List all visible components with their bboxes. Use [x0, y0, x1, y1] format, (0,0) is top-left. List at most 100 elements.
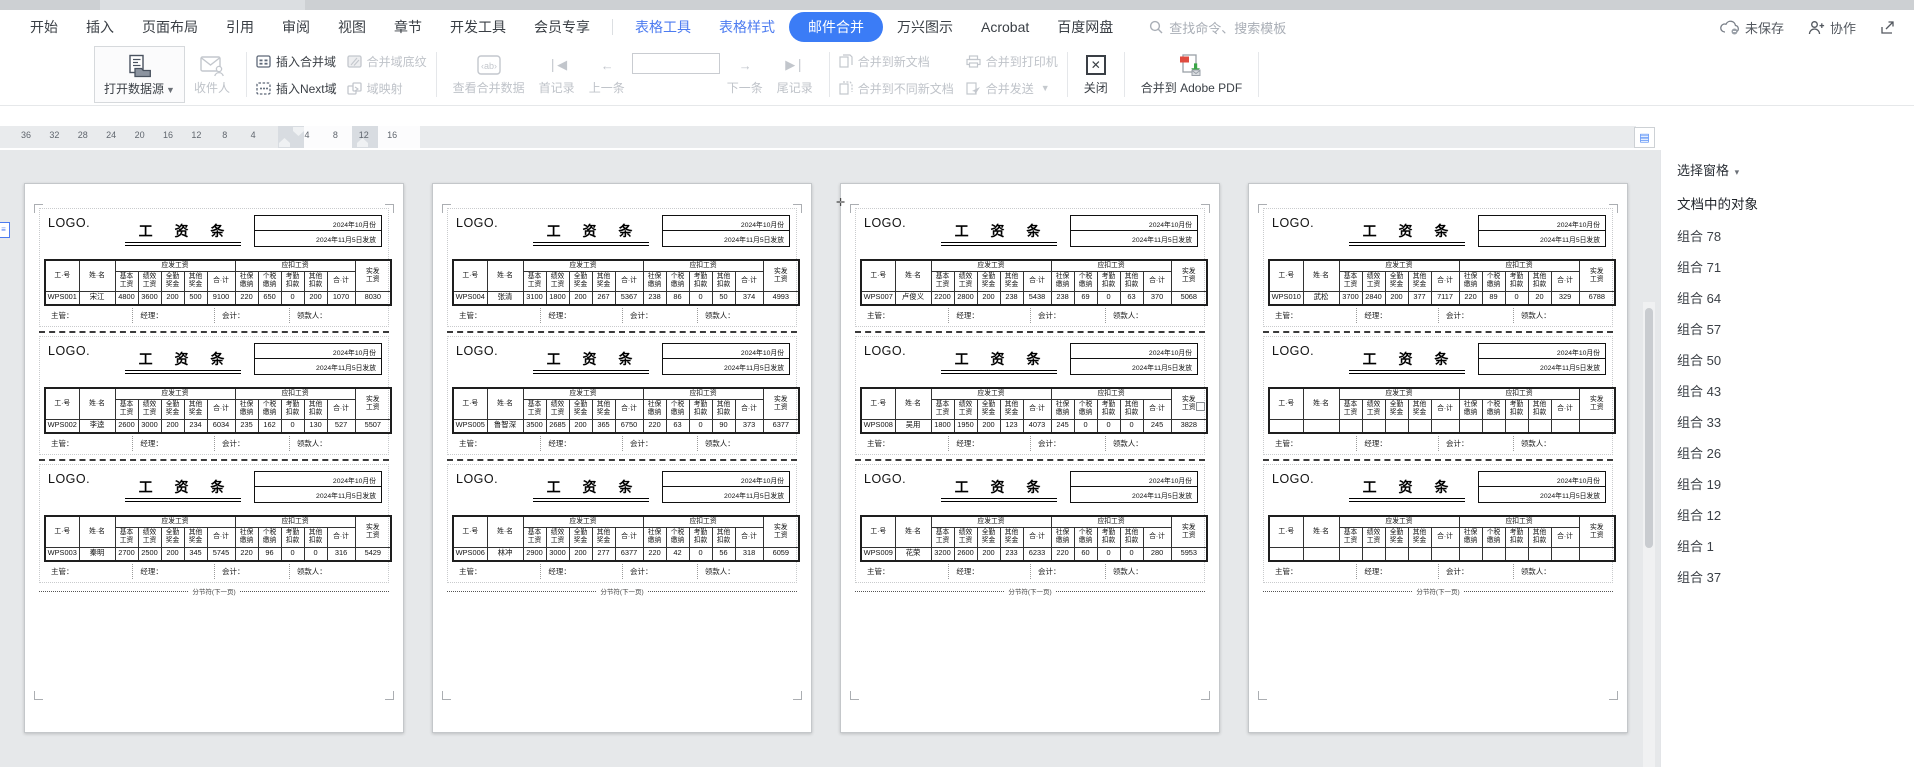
- header-cell: 合·计: [735, 399, 763, 419]
- object-item[interactable]: 组合 50: [1661, 345, 1914, 376]
- close-merge-button[interactable]: ✕ 关闭: [1077, 44, 1115, 105]
- object-item[interactable]: 组合 37: [1661, 562, 1914, 593]
- object-item[interactable]: 组合 12: [1661, 500, 1914, 531]
- emp-id-cell: WPS004: [453, 291, 487, 305]
- signature-label: 会计：: [1438, 564, 1513, 579]
- salary-cell: 50: [712, 291, 735, 305]
- salary-slip: LOGO. 工 资 条 2024年10月份 2024年11月5日发放 工·号 姓…: [855, 464, 1205, 583]
- cloud-unsaved-icon: [1720, 20, 1740, 35]
- last-record-button[interactable]: ▶❘ 尾记录: [770, 44, 820, 105]
- signature-row: 主管： 经理： 会计： 领款人：: [1268, 564, 1608, 579]
- document-page[interactable]: LOGO. 工 资 条 2024年10月份 2024年11月5日发放 工·号 姓…: [840, 183, 1220, 733]
- ruler-number: 16: [387, 130, 397, 140]
- ribbon-tab-active[interactable]: 邮件合并: [789, 12, 883, 42]
- share-icon[interactable]: [1880, 20, 1896, 35]
- table-move-handle[interactable]: ✛: [836, 196, 845, 209]
- merge-send-button[interactable]: 合并发送▼: [966, 76, 1058, 100]
- slip-period: 2024年10月份: [1071, 472, 1197, 487]
- header-cell: 应发工资: [1339, 388, 1459, 399]
- ribbon-tab[interactable]: Acrobat: [967, 14, 1043, 40]
- emp-id-cell: WPS008: [861, 419, 895, 433]
- salary-cell: 0: [689, 291, 712, 305]
- ribbon-context-tab[interactable]: 表格样式: [705, 12, 789, 42]
- salary-cell: [1482, 547, 1505, 561]
- salary-cell: 69: [1074, 291, 1097, 305]
- slip-title: 工 资 条: [1349, 349, 1466, 374]
- collaborate-button[interactable]: 协作: [1808, 18, 1856, 37]
- ribbon-tab[interactable]: 百度网盘: [1043, 12, 1127, 42]
- merge-to-new-doc-button[interactable]: 合并到新文档: [839, 49, 954, 73]
- ribbon-tab[interactable]: 开发工具: [436, 12, 520, 42]
- header-cell: 其他 扣款: [304, 527, 327, 547]
- salary-cell: 5507: [355, 419, 391, 433]
- object-item[interactable]: 组合 19: [1661, 469, 1914, 500]
- ribbon-tab[interactable]: 引用: [212, 12, 268, 42]
- header-cell: 工·号: [453, 260, 487, 291]
- document-page[interactable]: LOGO. 工 资 条 2024年10月份 2024年11月5日发放 工·号 姓…: [432, 183, 812, 733]
- left-edge-widget[interactable]: ≡: [0, 222, 10, 238]
- merge-to-adobe-pdf-button[interactable]: 合并到 Adobe PDF: [1134, 44, 1249, 105]
- header-cell: 绩效 工资: [954, 399, 977, 419]
- merge-to-diff-new-doc-button[interactable]: 合并到不同新文档: [839, 76, 954, 100]
- command-search[interactable]: 查找命令、搜索模板: [1149, 18, 1286, 37]
- object-item[interactable]: 组合 64: [1661, 283, 1914, 314]
- document-page[interactable]: LOGO. 工 资 条 2024年10月份 2024年11月5日发放 工·号 姓…: [24, 183, 404, 733]
- first-record-icon: ❘◀: [547, 51, 566, 79]
- header-cell: 个税 缴纳: [1074, 399, 1097, 419]
- first-record-button[interactable]: ❘◀ 首记录: [532, 44, 582, 105]
- next-record-button[interactable]: → 下一条: [720, 44, 770, 105]
- slip-logo: LOGO.: [456, 341, 520, 384]
- record-number-input[interactable]: [632, 53, 720, 74]
- object-item[interactable]: 组合 33: [1661, 407, 1914, 438]
- open-datasource-button[interactable]: 打开数据源▼: [94, 46, 185, 103]
- selection-pane-title[interactable]: 选择窗格 ▾: [1661, 150, 1914, 181]
- merge-field-shading-button[interactable]: 合并域底纹: [347, 49, 427, 73]
- salary-cell: 329: [1551, 291, 1579, 305]
- salary-cell: 0: [281, 291, 304, 305]
- signature-label: 经理：: [1356, 308, 1438, 323]
- object-item[interactable]: 组合 78: [1661, 221, 1914, 252]
- salary-cell: [1505, 547, 1528, 561]
- ribbon-tab[interactable]: 章节: [380, 12, 436, 42]
- salary-cell: [1551, 419, 1579, 433]
- ribbon-tab[interactable]: 开始: [16, 12, 72, 42]
- document-page[interactable]: LOGO. 工 资 条 2024年10月份 2024年11月5日发放 工·号 姓…: [1248, 183, 1628, 733]
- scrollbar-thumb[interactable]: [1645, 308, 1653, 548]
- object-item[interactable]: 组合 57: [1661, 314, 1914, 345]
- header-cell: 合·计: [1431, 271, 1459, 291]
- ruler-number: 4: [304, 130, 309, 140]
- header-cell: 其他 奖金: [184, 271, 207, 291]
- merge-to-printer-button[interactable]: 合并到打印机: [966, 49, 1058, 73]
- view-merged-data-button[interactable]: ‹ab› 查看合并数据: [446, 44, 532, 105]
- salary-cell: 4073: [1023, 419, 1051, 433]
- ribbon-tab[interactable]: 插入: [72, 12, 128, 42]
- table-resize-handle[interactable]: [1196, 402, 1205, 411]
- insert-next-field-button[interactable]: 插入Next域: [256, 76, 337, 100]
- ribbon-tab[interactable]: 视图: [324, 12, 380, 42]
- recipients-button[interactable]: 收件人: [187, 44, 237, 105]
- salary-cell: 63: [666, 419, 689, 433]
- object-item[interactable]: 组合 1: [1661, 531, 1914, 562]
- ribbon-tab[interactable]: 页面布局: [128, 12, 212, 42]
- section-break-label: 分节符(下一页): [596, 586, 647, 596]
- document-tab[interactable]: [100, 0, 305, 10]
- insert-merge-field-button[interactable]: 插入合并域: [256, 49, 337, 73]
- field-mapping-button[interactable]: 域映射: [347, 76, 427, 100]
- vertical-scrollbar[interactable]: [1643, 302, 1655, 767]
- header-cell: 实发 工资: [1579, 516, 1615, 547]
- prev-record-button[interactable]: ← 上一条: [582, 44, 632, 105]
- ribbon-tab[interactable]: 会员专享: [520, 12, 604, 42]
- ribbon-tab[interactable]: 审阅: [268, 12, 324, 42]
- document-canvas[interactable]: LOGO. 工 资 条 2024年10月份 2024年11月5日发放 工·号 姓…: [0, 150, 1660, 767]
- pane-toggle-button[interactable]: ▤: [1634, 127, 1655, 148]
- save-status[interactable]: 未保存: [1720, 18, 1784, 37]
- object-item[interactable]: 组合 43: [1661, 376, 1914, 407]
- object-item[interactable]: 组合 26: [1661, 438, 1914, 469]
- slip-title: 工 资 条: [1349, 477, 1466, 502]
- ribbon-tab[interactable]: 万兴图示: [883, 12, 967, 42]
- selection-pane: 选择窗格 ▾ 文档中的对象 组合 78组合 71组合 64组合 57组合 50组…: [1660, 150, 1914, 767]
- salary-cell: 0: [1074, 419, 1097, 433]
- object-item[interactable]: 组合 71: [1661, 252, 1914, 283]
- emp-name-cell: 张清: [487, 291, 523, 305]
- ribbon-context-tab[interactable]: 表格工具: [621, 12, 705, 42]
